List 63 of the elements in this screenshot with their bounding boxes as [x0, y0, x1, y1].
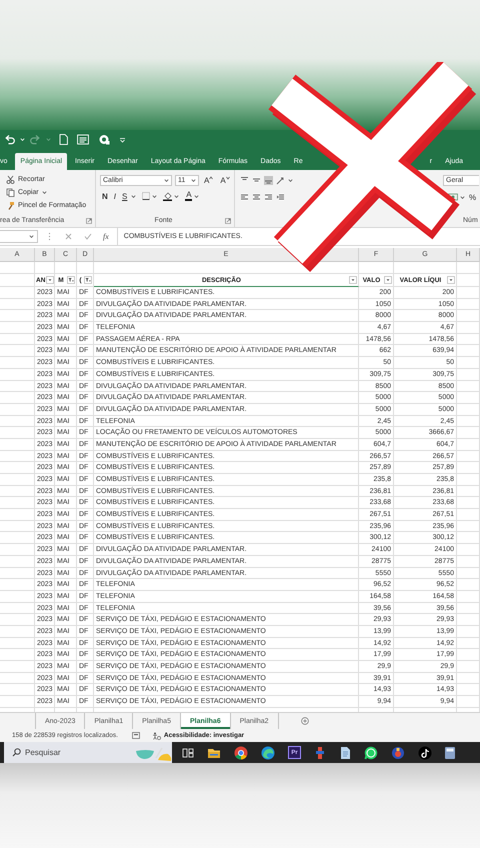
copy-icon — [6, 188, 15, 197]
style-button[interactable]: I — [112, 190, 118, 202]
grow-font-button[interactable]: A — [202, 174, 216, 186]
filter-button[interactable] — [349, 276, 357, 284]
share-icon[interactable] — [98, 134, 110, 144]
caret-icon — [131, 194, 136, 198]
dialog-launcher-icon[interactable] — [86, 218, 92, 224]
caret-icon — [164, 178, 169, 182]
customize-icon[interactable] — [119, 136, 126, 142]
text-orientation-icon[interactable] — [276, 176, 285, 184]
notepad-icon[interactable] — [339, 746, 351, 760]
fill-color-icon[interactable] — [163, 191, 172, 201]
undo-icon[interactable] — [4, 134, 15, 144]
figure-icon[interactable] — [314, 746, 326, 760]
caret-icon — [288, 178, 293, 182]
new-document-icon[interactable] — [59, 134, 68, 144]
search-field[interactable]: Pesquisar — [25, 748, 95, 757]
calculator-icon[interactable] — [445, 746, 455, 760]
accessibility-icon — [152, 732, 161, 740]
caret-icon — [152, 194, 158, 198]
caret-icon — [29, 234, 34, 239]
add-sheet-icon[interactable] — [300, 717, 309, 725]
folder-icon[interactable] — [207, 746, 221, 758]
align-icon[interactable] — [252, 193, 261, 201]
style-button[interactable]: N — [100, 190, 110, 202]
caret-icon — [46, 136, 51, 142]
filter-button[interactable] — [384, 276, 392, 284]
caret-icon — [194, 194, 200, 198]
style-button[interactable]: S — [120, 190, 130, 202]
align-icon[interactable] — [276, 193, 285, 201]
caret-icon — [20, 136, 25, 142]
empty-cell — [457, 262, 480, 274]
wave-icon[interactable] — [261, 746, 275, 760]
shrink-font-button[interactable]: A — [218, 174, 232, 186]
filter-button[interactable] — [46, 276, 54, 284]
caret-icon — [226, 176, 230, 180]
task-view-icon[interactable] — [182, 746, 194, 758]
borders-icon[interactable] — [142, 192, 150, 200]
align-icon[interactable] — [264, 176, 273, 184]
font-color-button[interactable]: A — [185, 190, 192, 202]
caret-icon — [174, 194, 180, 198]
insert-function-button[interactable]: fx — [101, 232, 111, 241]
browser-icon[interactable] — [234, 746, 248, 760]
caret-icon — [460, 194, 465, 200]
caret-icon — [209, 176, 214, 180]
filter-button[interactable] — [84, 276, 92, 284]
dialog-launcher-icon[interactable] — [225, 218, 231, 224]
percent-button[interactable]: % — [467, 192, 478, 202]
brush-icon — [6, 201, 15, 210]
chat-icon[interactable] — [364, 746, 378, 760]
align-icon[interactable] — [264, 193, 273, 201]
align-icon[interactable] — [240, 193, 249, 201]
search-icon — [12, 748, 21, 757]
align-icon[interactable] — [252, 176, 261, 184]
empty-cell — [0, 262, 35, 274]
filter-button[interactable] — [447, 276, 455, 284]
scissors-icon — [6, 175, 15, 184]
form-icon[interactable] — [77, 134, 89, 144]
app-icon[interactable] — [391, 746, 405, 760]
caret-icon — [191, 178, 196, 182]
music-note-icon[interactable] — [418, 746, 432, 760]
record-macro-icon[interactable] — [132, 732, 140, 739]
filter-button[interactable] — [67, 276, 75, 284]
